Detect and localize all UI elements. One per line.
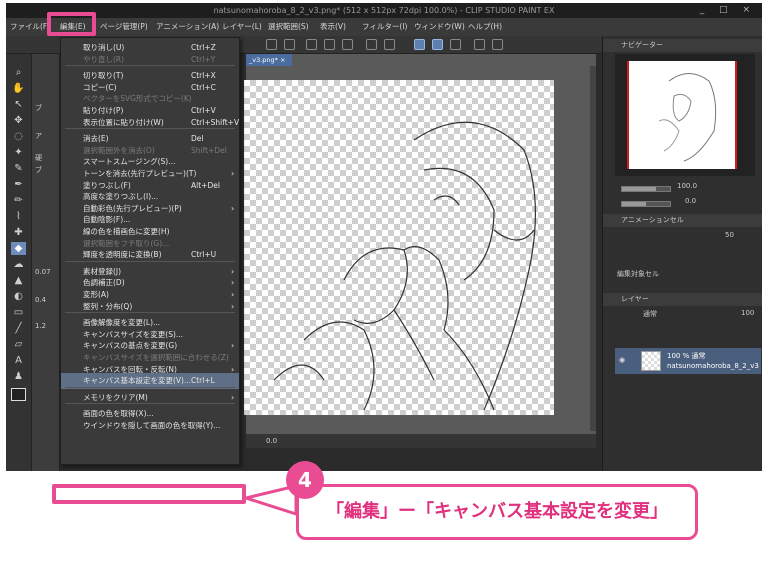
menu-separator xyxy=(65,65,235,67)
title-bar: natsunomahoroba_8_2_v3.png* (512 x 512px… xyxy=(6,3,762,18)
navigator-angle-value: 0.0 xyxy=(685,197,697,205)
edit-menu-dropdown: 取り消し(U) Ctrl+Z やり直し(R) Ctrl+Y 切り取り(T) Ctrl+X コ… xyxy=(60,37,240,465)
menu-layer[interactable]: レイヤー(L) xyxy=(222,18,262,36)
rotate-slider[interactable] xyxy=(621,201,671,207)
document-tab[interactable]: _v3.png* × xyxy=(246,54,292,66)
sub-tool-item[interactable]: ブ xyxy=(35,164,57,176)
menu-item[interactable]: ウインドウを隠して画面の色を取得(Y)... xyxy=(61,418,239,434)
edit-icon[interactable] xyxy=(492,39,503,50)
menu-separator xyxy=(65,312,235,314)
layer-panel-title: レイヤー xyxy=(621,295,649,303)
menu-separator xyxy=(65,128,235,130)
menu-view[interactable]: 表示(V) xyxy=(320,18,346,36)
hand-tool-icon[interactable]: ✋ xyxy=(11,82,26,95)
lasso-tool-icon[interactable]: ◌ xyxy=(11,130,26,143)
redo-icon[interactable] xyxy=(284,39,295,50)
brush-size-value: 0.07 xyxy=(35,268,51,276)
menu-item-label: ウインドウを隠して画面の色を取得(Y)... xyxy=(83,421,221,430)
right-panel: ナビゲーター 100.0 0.0 アニメーションセル 50 編集対象セル レイヤ… xyxy=(602,36,762,471)
menu-separator xyxy=(65,386,235,388)
navigator-thumbnail xyxy=(627,61,737,169)
frame-tool-icon[interactable]: ╱ xyxy=(11,322,26,335)
layer-thumbnail xyxy=(641,351,661,371)
menu-bar: ファイル(F) 編集(E) ページ管理(P) アニメーション(A) レイヤー(L… xyxy=(6,18,762,36)
sub-tool-item[interactable]: 硬 xyxy=(35,152,57,164)
brush-size-value: 1.2 xyxy=(35,322,47,330)
fill-tool-icon[interactable]: ▲ xyxy=(11,274,26,287)
deselect-icon[interactable] xyxy=(384,39,395,50)
sub-tool-panel: ブ ア 硬 ブ 0.07 0.4 1.2 xyxy=(32,54,60,471)
line-art xyxy=(273,121,537,411)
undo-icon[interactable] xyxy=(266,39,277,50)
layer-blend-label: 100 % 通常 xyxy=(667,352,706,360)
settings-icon[interactable] xyxy=(474,39,485,50)
status-bar: 0.0 xyxy=(246,434,596,448)
animation-cel-footer: 編集対象セル xyxy=(617,270,659,278)
illustration-thumbnail xyxy=(658,73,717,162)
ruler-tool-icon[interactable]: ▱ xyxy=(11,338,26,351)
fill-icon[interactable] xyxy=(324,39,335,50)
window-controls[interactable]: _ □ × xyxy=(700,3,756,18)
gradient-tool-icon[interactable]: ◐ xyxy=(11,290,26,303)
transform-icon[interactable] xyxy=(342,39,353,50)
brush-tool-icon[interactable]: ⌇ xyxy=(11,210,26,223)
selection-icon[interactable] xyxy=(366,39,377,50)
zoom-value: 0.0 xyxy=(266,437,278,445)
menu-file[interactable]: ファイル(F) xyxy=(10,18,50,36)
blend-tool-icon[interactable]: ☁ xyxy=(11,258,26,271)
instruction-text: 「編集」ー「キャンバス基本設定を変更」 xyxy=(326,501,668,522)
menu-window[interactable]: ウィンドウ(W) xyxy=(414,18,465,36)
zoom-slider[interactable] xyxy=(621,186,671,192)
main-color-swatch[interactable] xyxy=(11,388,26,401)
eyedropper-tool-icon[interactable]: ✎ xyxy=(11,162,26,175)
tutorial-figure: natsunomahoroba_8_2_v3.png* (512 x 512px… xyxy=(0,0,768,562)
animation-cel-title: アニメーションセル xyxy=(621,216,684,224)
animation-cel-value: 50 xyxy=(725,231,734,239)
layer-name: natsunomahoroba_8_2_v3 xyxy=(667,362,759,370)
navigator-preview[interactable] xyxy=(615,54,755,176)
snap-guide-icon[interactable] xyxy=(432,39,443,50)
navigator-zoom-value: 100.0 xyxy=(677,182,698,190)
wand-tool-icon[interactable]: ✦ xyxy=(11,146,26,159)
sub-tool-item[interactable]: ア xyxy=(35,130,57,142)
text-tool-icon[interactable]: A xyxy=(11,354,26,367)
menu-separator xyxy=(65,403,235,405)
blend-mode-select[interactable]: 通常 xyxy=(643,309,657,319)
zoom-tool-icon[interactable]: ⌕ xyxy=(11,66,26,79)
active-item-highlight xyxy=(52,484,246,504)
eraser-tool-icon[interactable]: ◆ xyxy=(11,242,26,255)
snap-grid-icon[interactable] xyxy=(450,39,461,50)
window-title: natsunomahoroba_8_2_v3.png* (512 x 512px… xyxy=(213,6,555,15)
menu-separator xyxy=(65,260,235,262)
menu-selection[interactable]: 選択範囲(S) xyxy=(268,18,309,36)
edit-menu-highlight xyxy=(47,12,96,36)
tool-palette: ⌕ ✋ ↖ ✥ ◌ ✦ ✎ ✒ ✏ ⌇ ✚ ◆ ☁ ▲ ◐ ▭ ╱ ▱ A ♟ xyxy=(6,54,32,471)
sub-tool-item[interactable]: ブ xyxy=(35,102,57,114)
instruction-callout: 「編集」ー「キャンバス基本設定を変更」 xyxy=(296,484,698,540)
menu-animation[interactable]: アニメーション(A) xyxy=(156,18,219,36)
pencil-tool-icon[interactable]: ✏ xyxy=(11,194,26,207)
menu-filter[interactable]: フィルター(I) xyxy=(362,18,407,36)
document-canvas[interactable] xyxy=(244,80,554,415)
layer-opacity-value[interactable]: 100 xyxy=(741,309,754,317)
vertical-scrollbar[interactable] xyxy=(590,66,596,431)
menu-help[interactable]: ヘルプ(H) xyxy=(468,18,502,36)
balloon-tool-icon[interactable]: ♟ xyxy=(11,370,26,383)
decoration-tool-icon[interactable]: ✚ xyxy=(11,226,26,239)
menu-page[interactable]: ページ管理(P) xyxy=(100,18,148,36)
navigator-header: ナビゲーター xyxy=(603,39,762,52)
layer-panel-header: レイヤー xyxy=(603,293,762,306)
snap-ruler-icon[interactable] xyxy=(414,39,425,50)
animation-cel-header: アニメーションセル xyxy=(603,214,762,227)
operation-tool-icon[interactable]: ↖ xyxy=(11,98,26,111)
layer-row[interactable]: ◉ 100 % 通常 natsunomahoroba_8_2_v3 xyxy=(615,348,761,374)
step-number-badge: 4 xyxy=(286,461,324,499)
clear-icon[interactable] xyxy=(306,39,317,50)
pen-tool-icon[interactable]: ✒ xyxy=(11,178,26,191)
eye-icon[interactable]: ◉ xyxy=(619,356,625,364)
brush-size-value: 0.4 xyxy=(35,296,47,304)
move-tool-icon[interactable]: ✥ xyxy=(11,114,26,127)
navigator-title: ナビゲーター xyxy=(621,41,663,49)
figure-tool-icon[interactable]: ▭ xyxy=(11,306,26,319)
